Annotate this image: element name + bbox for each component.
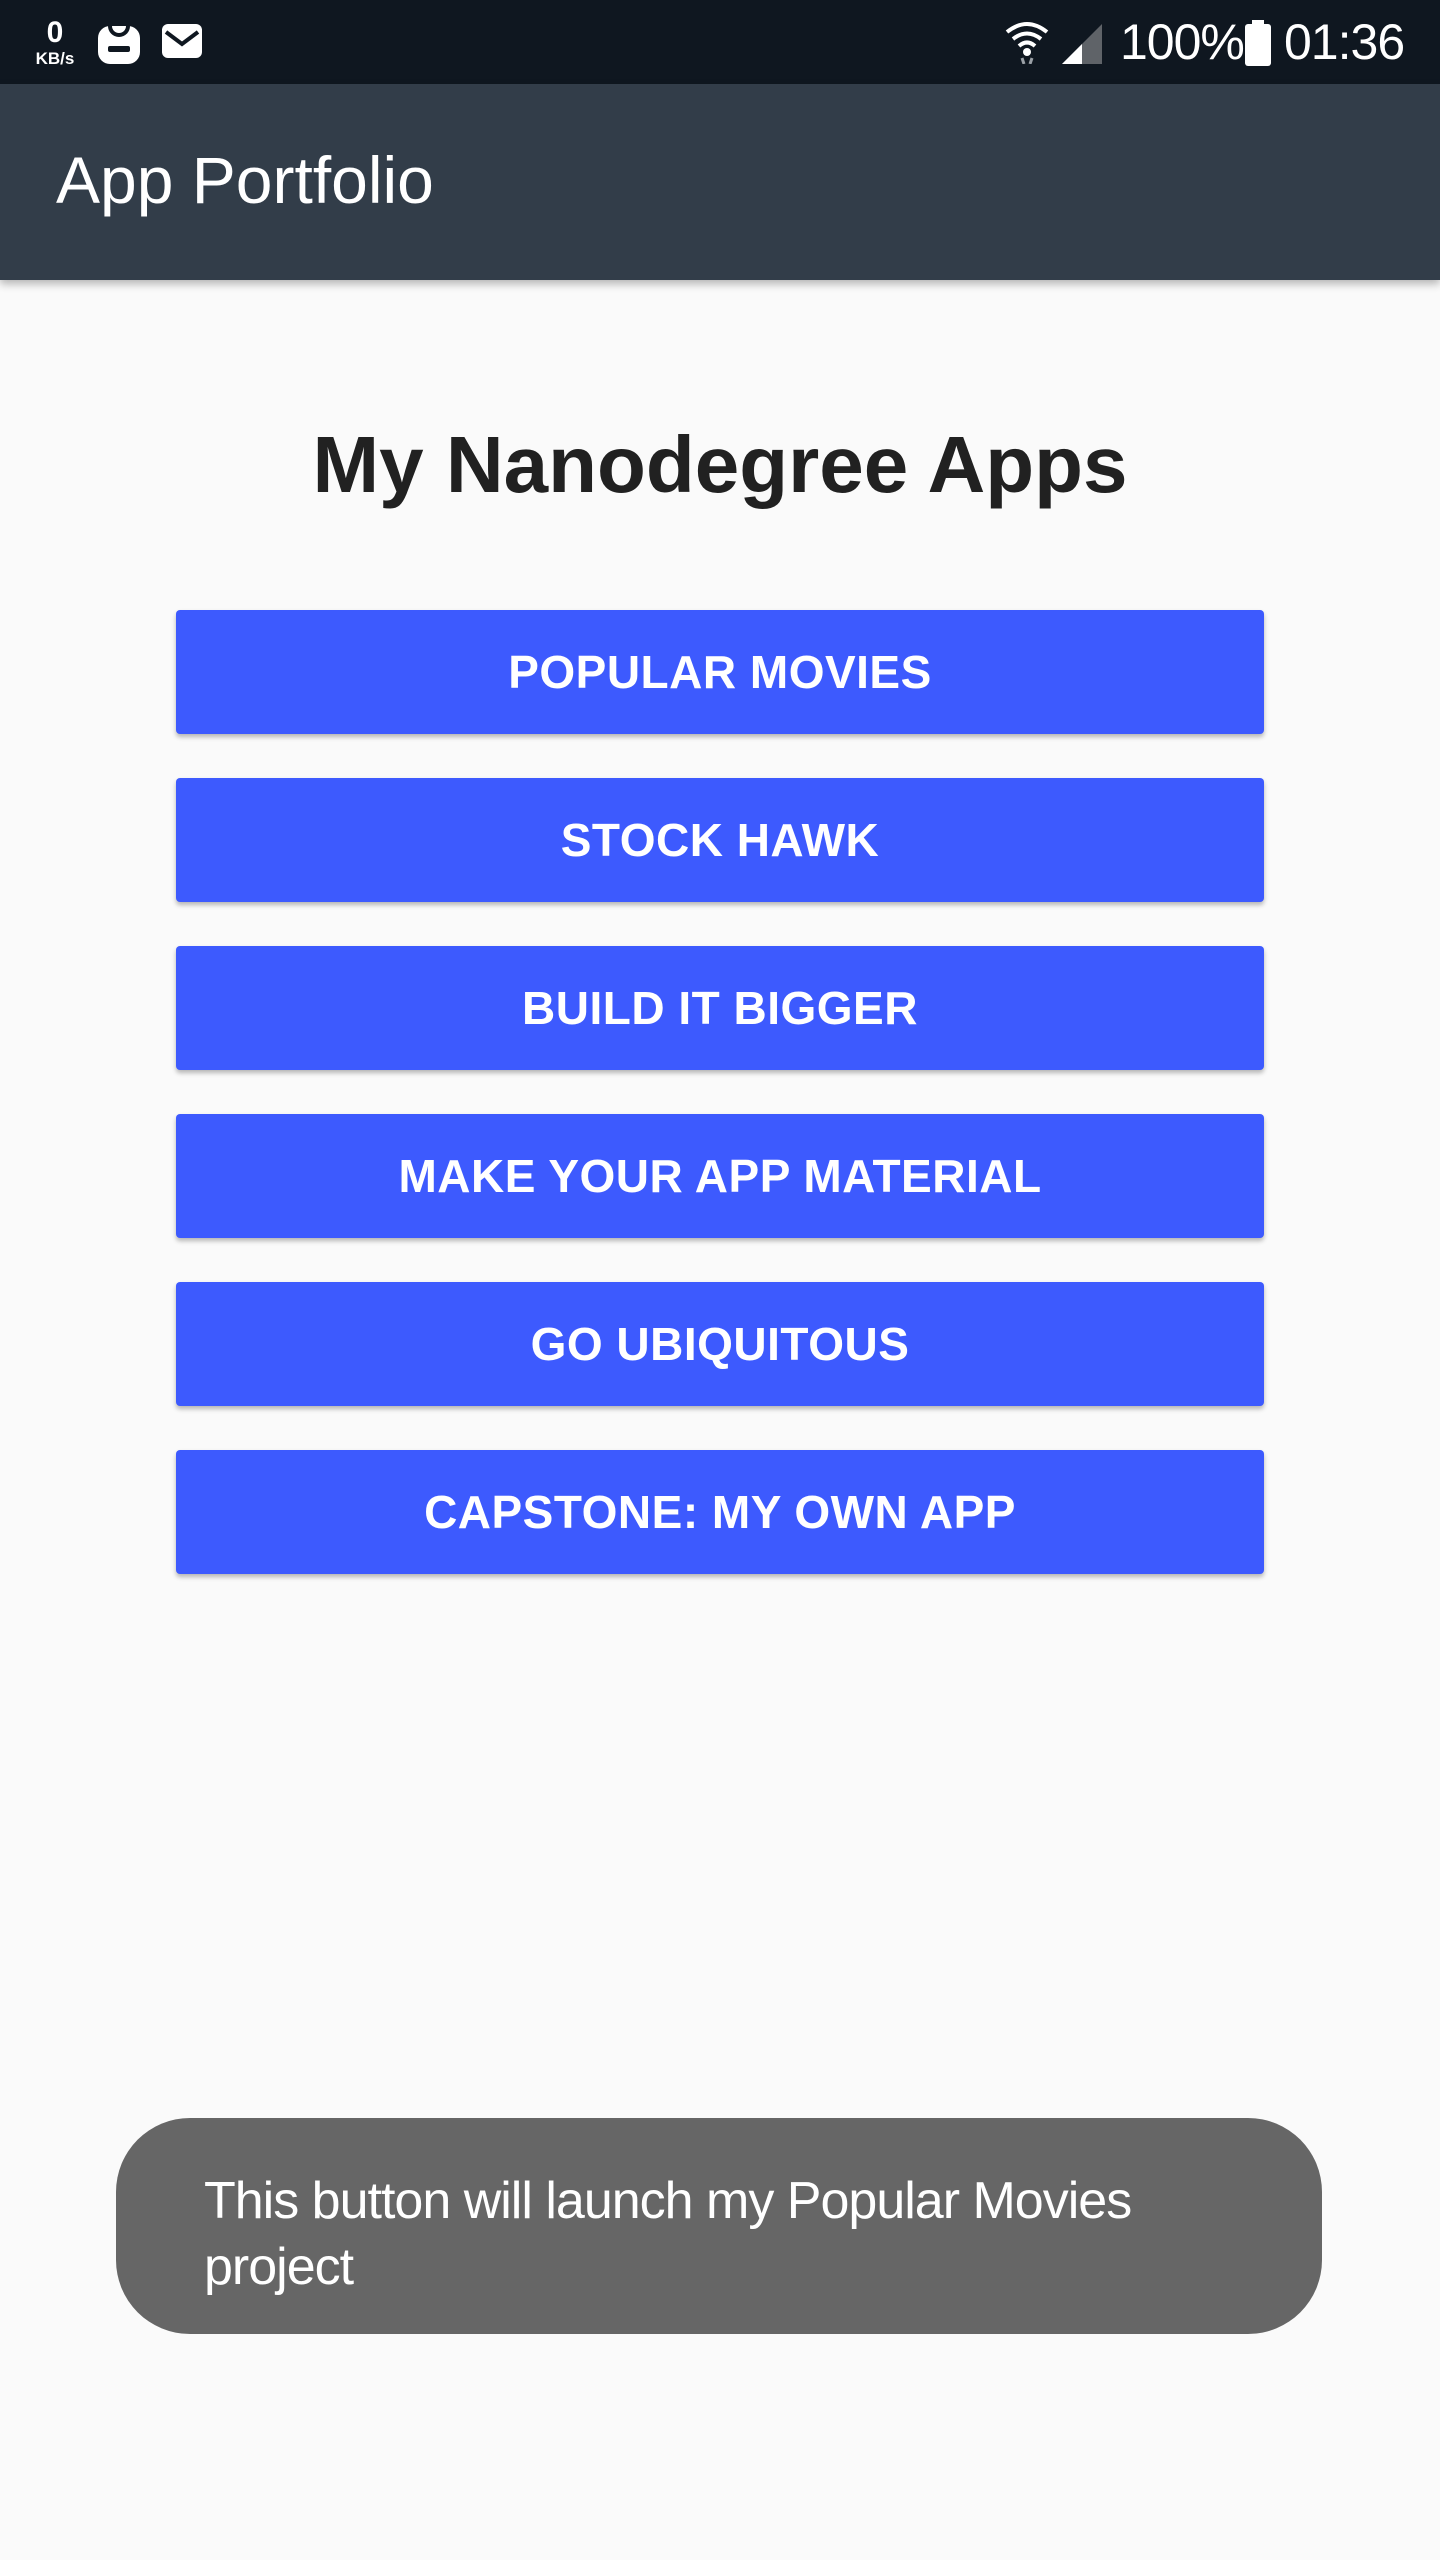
app-title: App Portfolio	[56, 143, 434, 217]
toast-text: This button will launch my Popular Movie…	[204, 2172, 1132, 2296]
mail-icon	[162, 24, 202, 58]
app-bar: App Portfolio	[0, 84, 1440, 280]
signal-icon	[1062, 24, 1102, 64]
make-your-app-material-button[interactable]: MAKE YOUR APP MATERIAL	[176, 1114, 1264, 1238]
net-speed-unit: KB/s	[35, 49, 75, 68]
status-bar: 0 KB/s 100% 01:36	[0, 0, 1440, 84]
net-speed-value: 0	[46, 16, 64, 49]
app-button-list: POPULAR MOVIES STOCK HAWK BUILD IT BIGGE…	[176, 610, 1264, 1618]
battery-icon	[1245, 20, 1271, 66]
page-heading: My Nanodegree Apps	[312, 420, 1128, 509]
build-it-bigger-button[interactable]: BUILD IT BIGGER	[176, 946, 1264, 1070]
toast-message: This button will launch my Popular Movie…	[116, 2118, 1322, 2334]
wifi-icon	[1005, 22, 1049, 64]
net-speed-indicator: 0 KB/s	[30, 16, 80, 68]
stock-hawk-button[interactable]: STOCK HAWK	[176, 778, 1264, 902]
go-ubiquitous-button[interactable]: GO UBIQUITOUS	[176, 1282, 1264, 1406]
popular-movies-button[interactable]: POPULAR MOVIES	[176, 610, 1264, 734]
battery-percent: 100%	[1120, 14, 1245, 70]
galaxy-store-icon	[98, 25, 140, 64]
clock: 01:36	[1284, 14, 1405, 70]
capstone-button[interactable]: CAPSTONE: MY OWN APP	[176, 1450, 1264, 1574]
